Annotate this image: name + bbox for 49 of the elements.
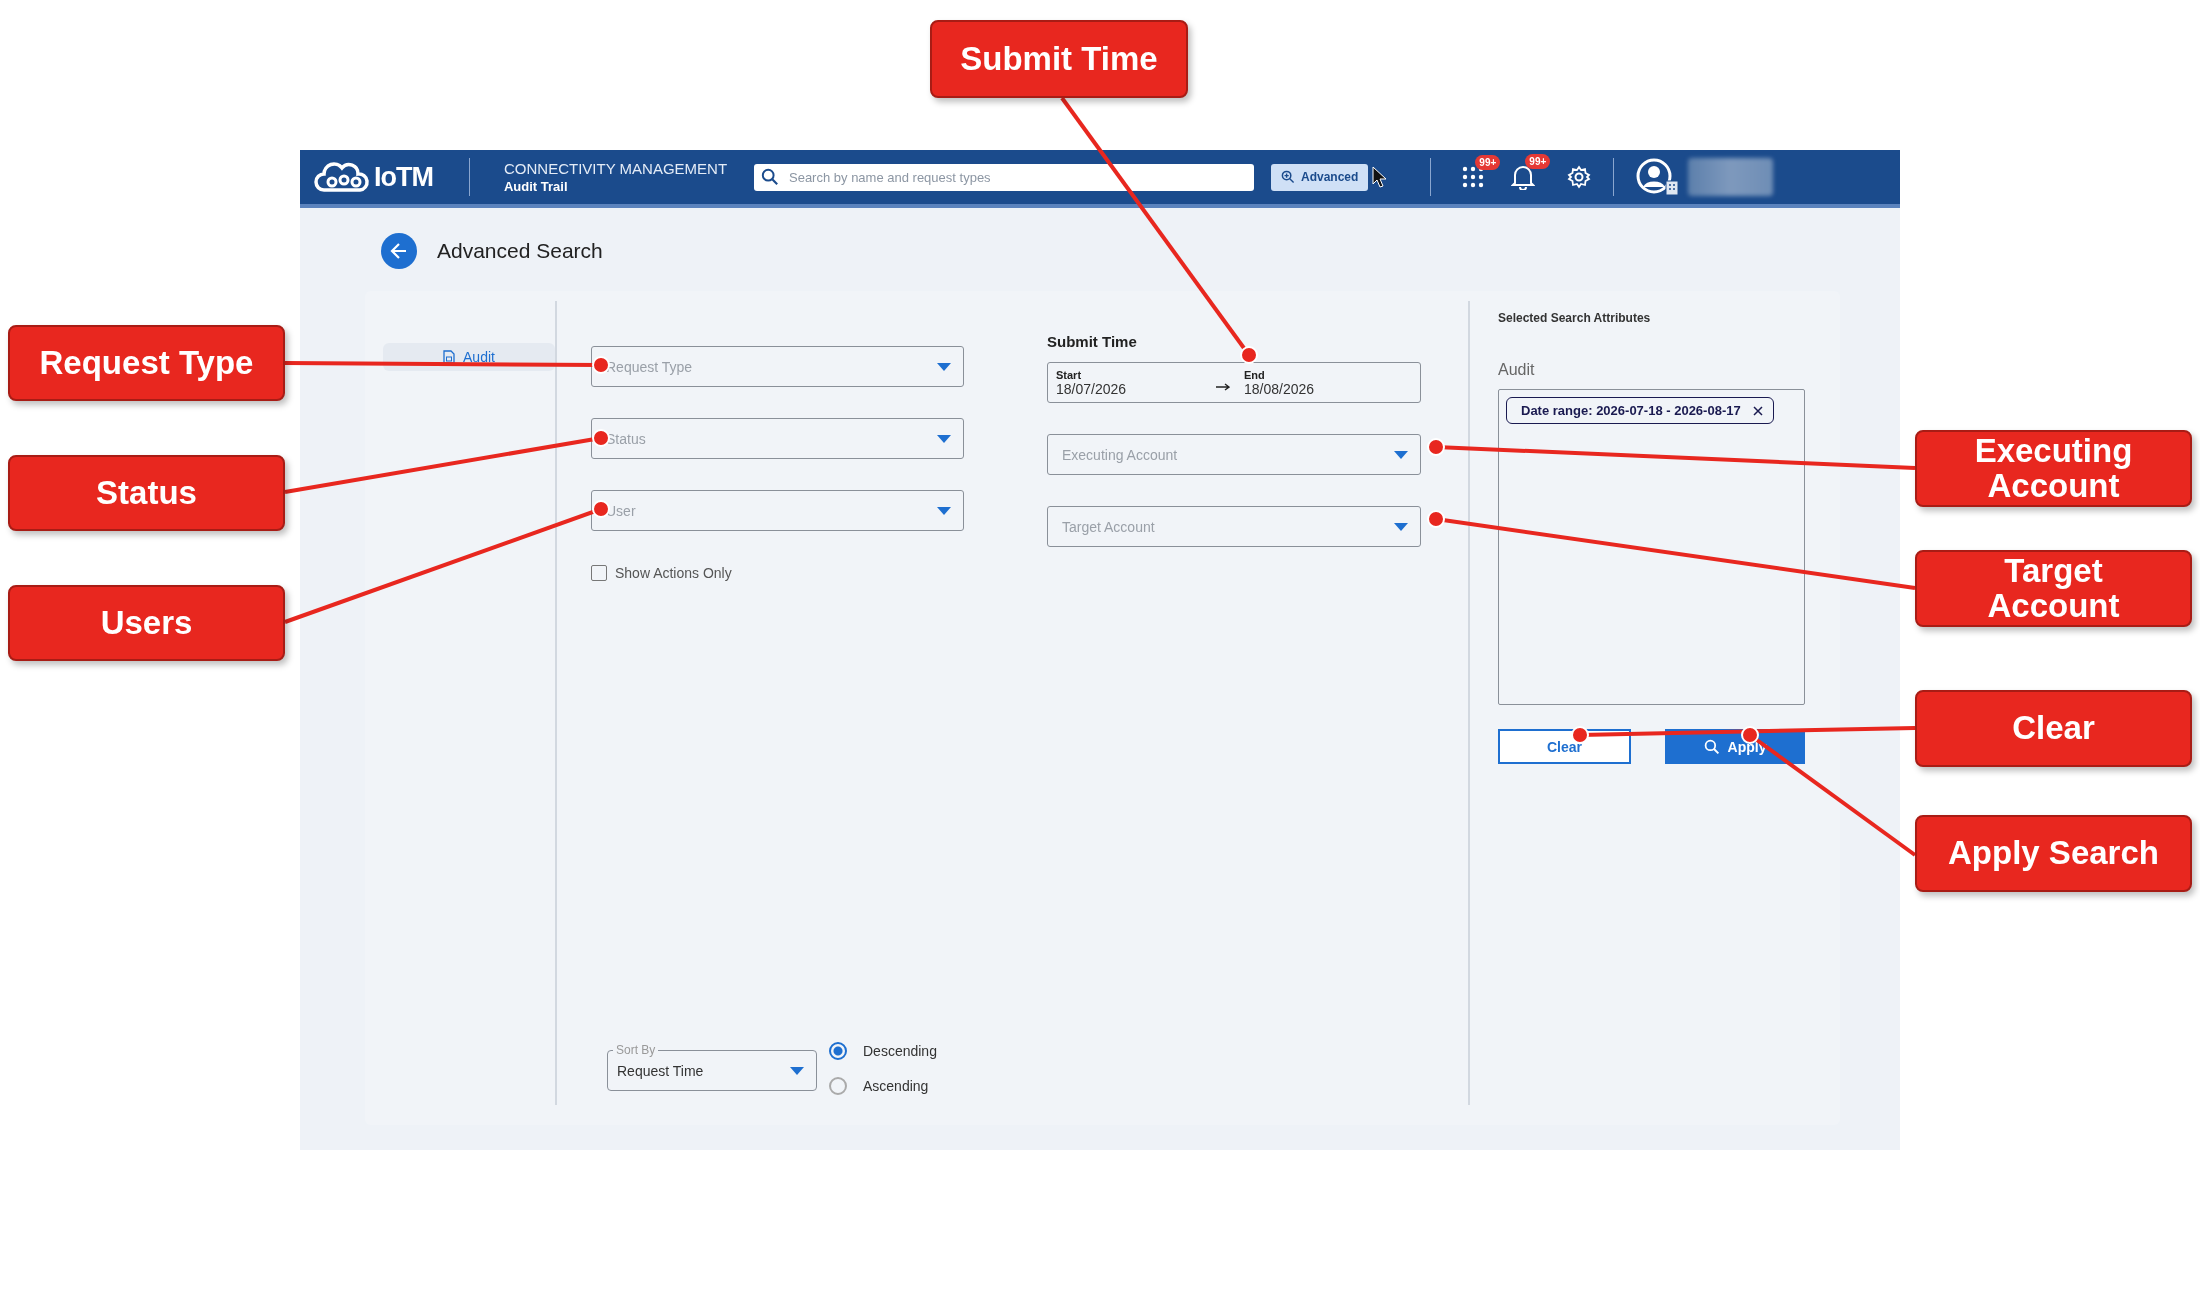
cloud-logo-icon — [314, 160, 370, 194]
search-icon — [761, 168, 779, 186]
callout-label: Users — [8, 585, 285, 661]
caret-icon — [937, 362, 951, 371]
search-icon — [1703, 738, 1720, 755]
app-title: CONNECTIVITY MANAGEMENT — [504, 160, 729, 177]
callout-label: Submit Time — [930, 20, 1188, 98]
arrow-right-icon — [1216, 382, 1230, 391]
clear-button[interactable]: Clear — [1498, 729, 1631, 764]
page-title: Advanced Search — [437, 239, 603, 263]
logo-text: IoTM — [374, 161, 433, 193]
bell-icon[interactable] — [1511, 164, 1536, 190]
caret-icon — [937, 506, 951, 515]
apps-grid-icon[interactable] — [1461, 165, 1486, 189]
count-badge: 99+ — [1475, 155, 1501, 170]
advanced-search-button[interactable]: Advanced — [1271, 163, 1369, 191]
callout-label: Apply Search — [1915, 815, 2192, 892]
callout-label: Clear — [1915, 690, 2192, 767]
mouse-cursor-icon — [1372, 166, 1389, 188]
callout-label: Request Type — [8, 325, 285, 401]
user-avatar-icon[interactable] — [1636, 157, 1681, 197]
callout-label: Executing Account — [1915, 430, 2192, 507]
filter-chip[interactable]: Date range: 2026-07-18 - 2026-08-17 — [1506, 397, 1774, 424]
caret-icon — [937, 434, 951, 443]
radio-button[interactable] — [829, 1042, 847, 1060]
section-title: Selected Search Attributes — [1498, 311, 1652, 325]
caret-icon — [790, 1066, 804, 1075]
back-button[interactable] — [381, 233, 417, 269]
settings-icon[interactable] — [1567, 165, 1592, 189]
radio-button[interactable] — [829, 1077, 847, 1095]
callout-label: Status — [8, 455, 285, 531]
caret-icon — [1394, 450, 1408, 459]
search-bar[interactable]: Search by name and request types — [754, 163, 1254, 191]
callout-label: Target Account — [1915, 550, 2192, 627]
page-subtitle: Audit Trail — [504, 179, 569, 194]
group-label: Audit — [1498, 361, 1536, 379]
date-range-field[interactable]: Start 18/07/2026 End 18/08/2026 — [1047, 362, 1421, 403]
radio-label: Descending — [863, 1043, 937, 1059]
section-label: Submit Time — [1047, 333, 1138, 350]
zoom-in-icon — [1281, 170, 1295, 184]
checkbox-label: Show Actions Only — [615, 565, 732, 581]
caret-icon — [1394, 522, 1408, 531]
arrow-left-icon — [389, 241, 409, 261]
checkbox[interactable] — [591, 565, 607, 581]
count-badge: 99+ — [1525, 154, 1551, 169]
search-input[interactable]: Search by name and request types — [787, 168, 1247, 186]
radio-label: Ascending — [863, 1078, 929, 1094]
close-icon[interactable] — [1752, 405, 1763, 416]
sim-card-icon — [443, 350, 456, 364]
